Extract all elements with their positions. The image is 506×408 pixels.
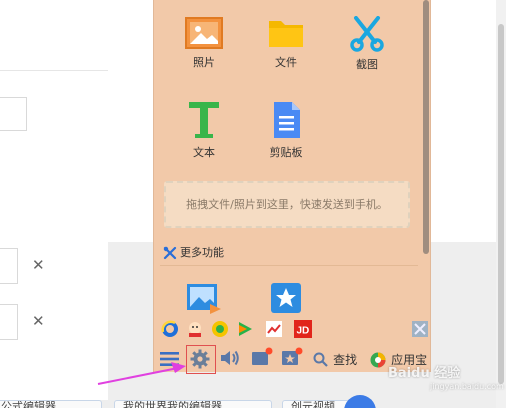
- tool-label: 剪贴板: [269, 146, 303, 159]
- close-icon[interactable]: ✕: [32, 256, 45, 274]
- section-divider: [160, 265, 418, 266]
- music-app-icon[interactable]: [211, 320, 229, 338]
- background-tab[interactable]: 公式编辑器: [0, 400, 102, 408]
- more-functions-label: 更多功能: [180, 246, 224, 259]
- folder-icon: [269, 21, 303, 47]
- background-tab[interactable]: 创元视频: [282, 400, 354, 408]
- panel-scrollbar-thumb[interactable]: [423, 0, 429, 254]
- chart-app-icon[interactable]: [265, 320, 283, 338]
- app-shortcut[interactable]: [186, 282, 222, 318]
- browser-app-icon[interactable]: [161, 320, 179, 338]
- background-left-pane: [0, 0, 108, 400]
- text-tool-button[interactable]: 文本: [174, 100, 234, 160]
- find-button[interactable]: 查找: [313, 349, 357, 368]
- file-tool-button[interactable]: 文件: [256, 16, 316, 70]
- game-app-icon[interactable]: [186, 320, 204, 338]
- page-scrollbar-thumb[interactable]: [498, 24, 504, 384]
- find-label: 查找: [333, 353, 358, 367]
- tool-label: 文件: [275, 56, 297, 69]
- bookmark-icon[interactable]: [281, 347, 303, 371]
- clipboard-tool-button[interactable]: 剪贴板: [256, 100, 316, 160]
- screenshot-tool-button[interactable]: 截图: [337, 16, 397, 72]
- tools-icon: [163, 246, 177, 260]
- watermark: Baidu 经验: [388, 366, 461, 381]
- menu-icon[interactable]: [160, 351, 179, 370]
- tool-label: 照片: [193, 56, 215, 69]
- tool-label: 截图: [356, 58, 378, 71]
- message-icon[interactable]: [251, 347, 273, 371]
- photo-tool-button[interactable]: 照片: [174, 16, 234, 70]
- clipboard-icon: [274, 102, 300, 138]
- more-functions-link[interactable]: 更多功能: [163, 244, 224, 260]
- background-tab[interactable]: 我的世界我的编辑器: [114, 400, 272, 408]
- close-icon[interactable]: ✕: [32, 312, 45, 330]
- settings-highlight-box: [186, 345, 216, 374]
- search-icon: [313, 352, 328, 367]
- jd-app-icon[interactable]: JD: [294, 320, 312, 338]
- app-store-icon: [370, 352, 386, 367]
- resize-grip-icon[interactable]: [411, 320, 429, 338]
- photo-transfer-icon: [187, 284, 221, 314]
- background-input-box[interactable]: [0, 248, 18, 284]
- file-drop-zone[interactable]: 拖拽文件/照片到这里，快速发送到手机。: [164, 181, 410, 228]
- app-shortcut[interactable]: [270, 282, 302, 318]
- background-mid-pane: [108, 0, 153, 242]
- tool-label: 文本: [193, 146, 215, 159]
- background-divider: [0, 70, 108, 71]
- svg-text:JD: JD: [297, 326, 310, 337]
- watermark-url: jingyan.baidu.com: [430, 382, 504, 391]
- background-right-pane: [430, 0, 496, 242]
- background-input-box[interactable]: [0, 304, 18, 340]
- background-input-box[interactable]: [0, 97, 27, 131]
- text-icon: [189, 102, 219, 138]
- scissors-icon: [350, 16, 384, 52]
- image-icon: [185, 17, 223, 49]
- volume-icon[interactable]: [220, 349, 240, 371]
- video-app-icon[interactable]: [236, 320, 254, 338]
- star-app-icon: [271, 283, 301, 313]
